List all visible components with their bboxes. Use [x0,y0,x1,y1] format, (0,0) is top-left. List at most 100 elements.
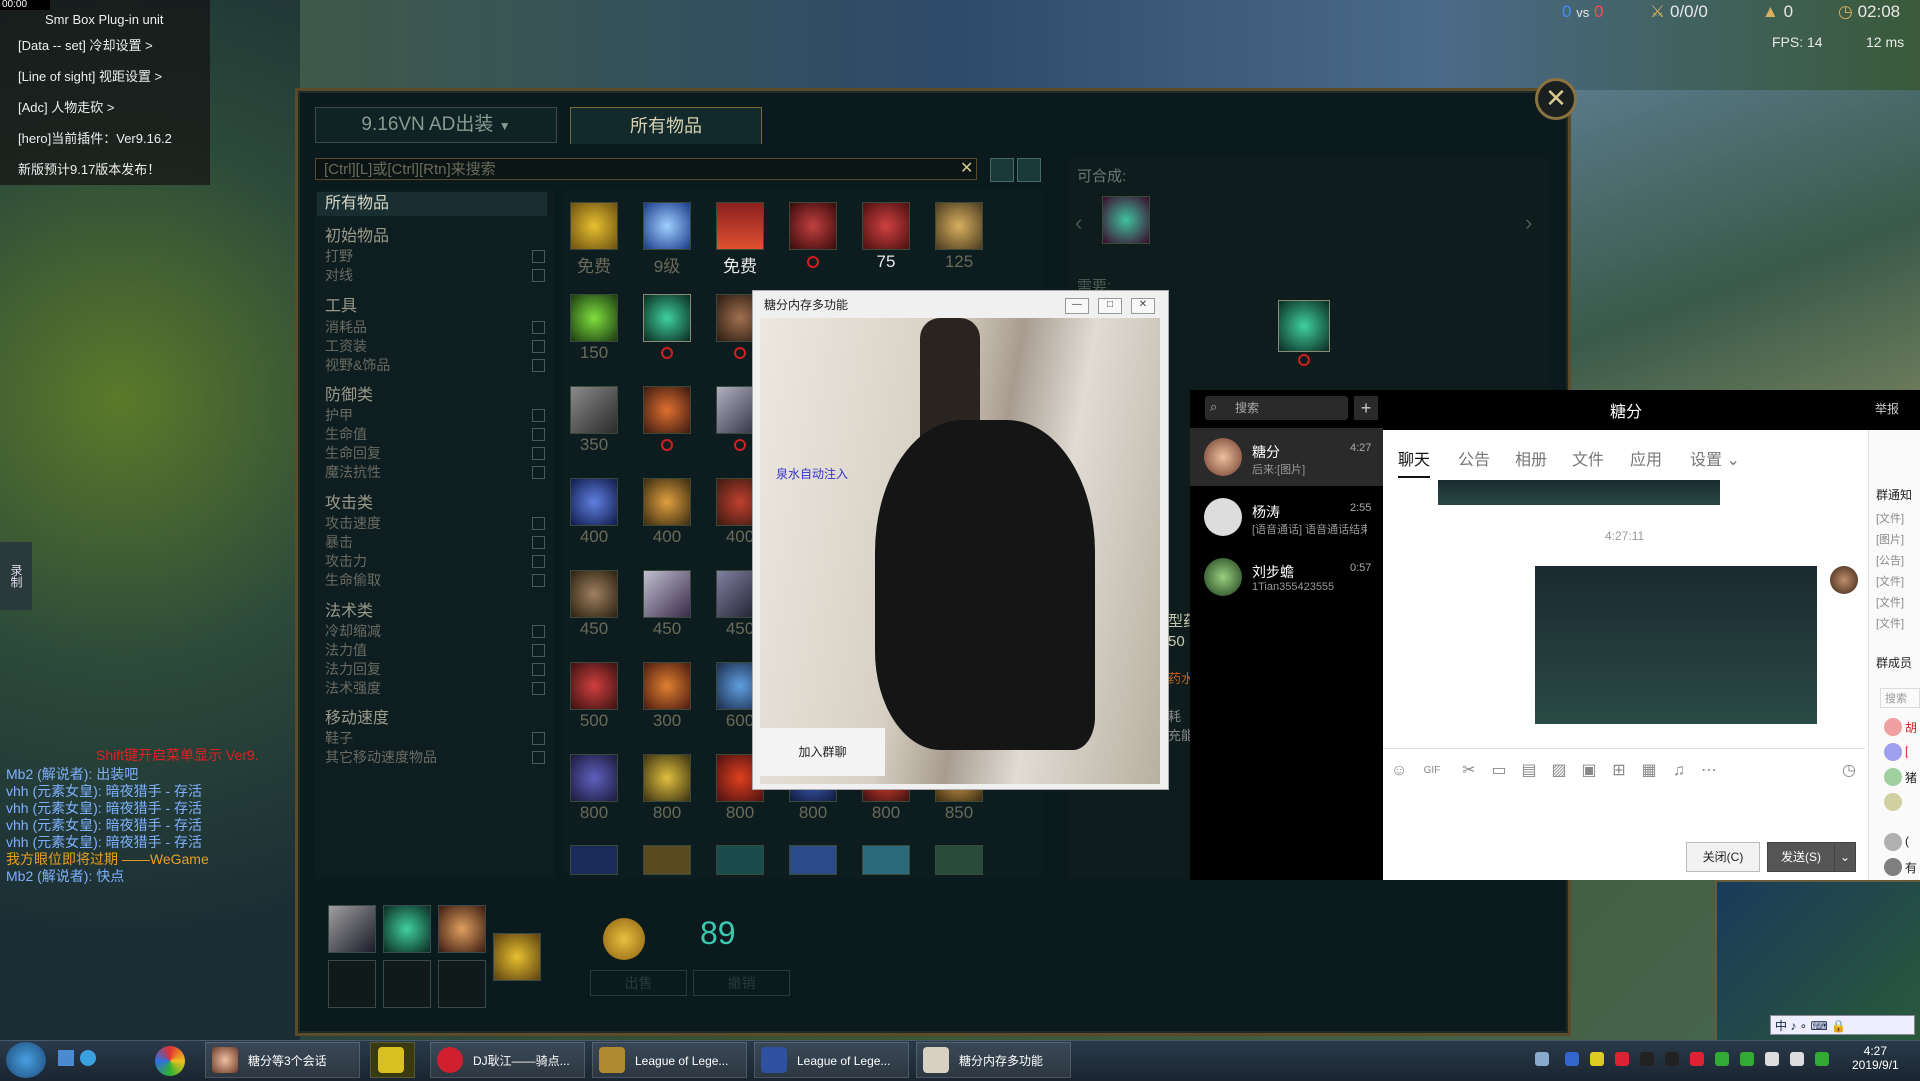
category-attack-speed[interactable]: 攻击速度 [325,513,381,533]
chevron-right-icon[interactable]: › [1525,210,1532,236]
item-slot[interactable] [570,294,618,342]
item-slot[interactable] [643,202,691,250]
item-slot[interactable] [643,845,691,875]
tab-apps[interactable]: 应用 [1630,446,1662,470]
category-consumable[interactable]: 消耗品 [325,317,367,337]
inventory-slot[interactable] [328,960,376,1008]
popup-minimize-button[interactable]: — [1065,298,1089,314]
item-slot[interactable] [862,845,910,875]
report-link[interactable]: 举报 [1875,400,1899,417]
item-slot[interactable] [570,202,618,250]
category-movement[interactable]: 移动速度 [325,704,389,728]
item-slot[interactable] [570,570,618,618]
record-button[interactable]: 录制 [0,542,32,610]
item-slot[interactable] [570,386,618,434]
avatar[interactable] [1884,743,1902,761]
item-slot[interactable] [643,570,691,618]
category-vision[interactable]: 视野&饰品 [325,355,390,375]
item-slot[interactable] [862,202,910,250]
image-icon[interactable]: ▨ [1550,762,1568,780]
checkbox-crit[interactable] [532,536,545,549]
item-slot[interactable] [716,845,764,875]
checkbox-cdr[interactable] [532,625,545,638]
history-icon[interactable]: ◷ [1840,762,1858,780]
category-health[interactable]: 生命值 [325,424,367,444]
category-mana[interactable]: 法力值 [325,640,367,660]
emoji-icon[interactable]: ☺ [1390,762,1408,780]
ie-icon[interactable] [80,1050,96,1066]
gif-icon[interactable]: GIF [1420,762,1444,780]
checkbox-vision[interactable] [532,359,545,372]
item-slot[interactable] [570,478,618,526]
tray-icon[interactable] [1615,1052,1629,1066]
category-life-steal[interactable]: 生命偷取 [325,570,381,590]
tab-all-items[interactable]: 所有物品 [570,107,762,144]
conversation-item[interactable]: 糖分 后来:[图片] 4:27 [1190,428,1383,486]
checkbox-health[interactable] [532,428,545,441]
category-mana-regen[interactable]: 法力回复 [325,659,381,679]
category-magic-resist[interactable]: 魔法抗性 [325,462,381,482]
plugin-menu-cooldown[interactable]: [Data -- set] 冷却设置 > [0,30,210,61]
tab-build[interactable]: 9.16VN AD出装 ▼ [315,107,557,143]
chat-image-message[interactable] [1438,480,1720,505]
checkbox-consumable[interactable] [532,321,545,334]
tray-icon[interactable] [1590,1052,1604,1066]
conversation-item[interactable]: 杨涛 [语音通话] 语音通话结束 2:55 [1190,488,1383,546]
item-slot[interactable] [570,845,618,875]
item-slot[interactable] [789,845,837,875]
ime-toolbar[interactable]: 中 ♪ ∘ ⌨ 🔒 [1770,1015,1915,1035]
category-jungle[interactable]: 打野 [325,246,353,266]
plugin-menu-sight[interactable]: [Line of sight] 视距设置 > [0,61,210,92]
item-slot[interactable] [570,754,618,802]
item-slot[interactable] [643,386,691,434]
checkbox-boots[interactable] [532,732,545,745]
checkbox-armor[interactable] [532,409,545,422]
item-slot[interactable] [643,478,691,526]
checkbox-gold-income[interactable] [532,340,545,353]
item-slot[interactable] [716,202,764,250]
category-other-movement[interactable]: 其它移动速度物品 [325,747,437,767]
auto-inject-link[interactable]: 泉水自动注入 [776,465,848,482]
add-button[interactable]: + [1354,396,1378,420]
tab-files[interactable]: 文件 [1572,446,1604,470]
item-slot[interactable] [643,754,691,802]
desktop-icon[interactable] [58,1050,74,1066]
category-magic[interactable]: 法术类 [325,597,373,621]
tray-icon[interactable] [1535,1052,1549,1066]
inventory-slot[interactable] [328,905,376,953]
checkbox-mana[interactable] [532,644,545,657]
combine-item-slot[interactable] [1102,196,1150,244]
network-icon[interactable] [1765,1052,1779,1066]
category-crit[interactable]: 暴击 [325,532,353,552]
folder-icon[interactable]: ▭ [1490,762,1508,780]
inventory-slot[interactable] [383,905,431,953]
checkbox-life-steal[interactable] [532,574,545,587]
tray-icon[interactable] [1815,1052,1829,1066]
checkbox-jungle[interactable] [532,250,545,263]
tray-icon[interactable] [1740,1052,1754,1066]
avatar[interactable] [1884,858,1902,876]
popup-maximize-button[interactable]: □ [1098,298,1122,314]
chevron-left-icon[interactable]: ‹ [1075,210,1082,236]
checkbox-attack-speed[interactable] [532,517,545,530]
member-search-input[interactable]: 搜索 [1880,688,1920,708]
inventory-slot[interactable] [438,905,486,953]
inventory-slot[interactable] [383,960,431,1008]
more-icon[interactable]: ⋯ [1700,762,1718,780]
close-chat-button[interactable]: 关闭(C) [1686,842,1760,872]
item-slot[interactable] [570,662,618,710]
send-options-button[interactable]: ⌄ [1834,842,1856,872]
category-boots[interactable]: 鞋子 [325,728,353,748]
inventory-slot[interactable] [438,960,486,1008]
start-button[interactable] [6,1042,46,1078]
item-slot[interactable] [643,662,691,710]
category-gold-income[interactable]: 工资装 [325,336,367,356]
qq-tray-icon[interactable] [1665,1052,1679,1066]
browser-icon[interactable] [155,1046,185,1076]
tray-icon[interactable] [1715,1052,1729,1066]
category-attack-damage[interactable]: 攻击力 [325,551,367,571]
item-slot[interactable] [643,294,691,342]
avatar[interactable] [1884,718,1902,736]
avatar[interactable] [1884,768,1902,786]
sell-button[interactable]: 出售 [590,970,687,996]
